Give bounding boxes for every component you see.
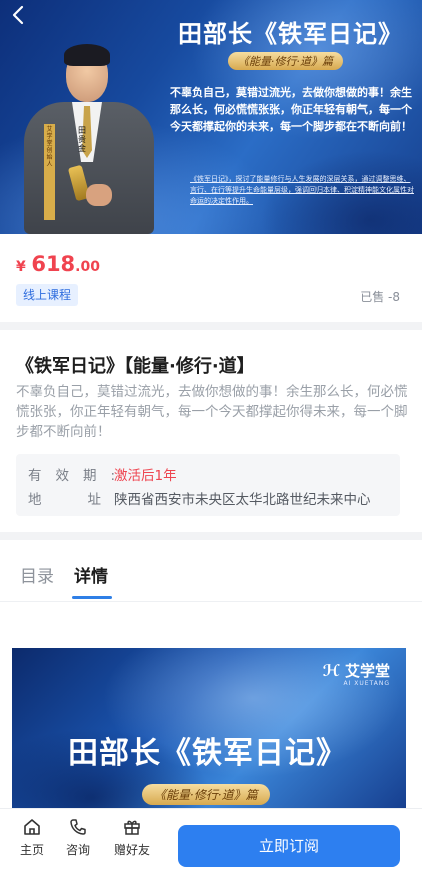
address-row: 地址:陕西省西安市未央区太华北路世纪未来中心: [28, 488, 371, 508]
nav-home[interactable]: 主页: [12, 817, 52, 858]
validity-row: 有效期:激活后1年: [28, 464, 177, 484]
course-meta-box: 有效期:激活后1年 地址:陕西省西安市未央区太华北路世纪未来中心: [16, 454, 400, 516]
validity-label: 有效期:: [28, 468, 130, 484]
speaker-hand: [86, 184, 112, 206]
course-cover-banner: 艾学堂创始人 田贵金 田部长《铁军日记》 《能量·修行·道》篇 不辜负自己，莫错…: [0, 0, 422, 234]
bottom-action-bar: 主页 咨询 赠好友 立即订阅: [0, 808, 422, 872]
address-label: 地址:: [28, 492, 198, 508]
speaker-name: 田贵金: [78, 126, 86, 153]
banner-title: 田部长《铁军日记》: [178, 19, 403, 48]
home-icon: [12, 817, 52, 839]
brand-subtitle: AI XUETANG: [343, 680, 390, 687]
active-tab-indicator: [72, 596, 112, 599]
detail-content: ℋ 艾学堂 AI XUETANG 田部长《铁军日记》 《能量·修行·道》篇: [0, 602, 422, 822]
phone-icon: [58, 817, 98, 839]
content-tabs: 目录 详情: [0, 540, 422, 602]
course-type-badge: 线上课程: [16, 284, 79, 306]
banner-subtitle-pill: 《能量·修行·道》篇: [228, 52, 343, 70]
gift-icon: [106, 817, 158, 839]
detail-banner-title: 田部长《铁军日记》: [68, 736, 347, 771]
speaker-hair: [64, 44, 110, 66]
banner-small-text: 《铁军日记》，探讨了能量修行与人生发展的深层关系，通过调整思维、言行、在行等提升…: [190, 175, 414, 205]
brand-logo-icon: ℋ: [322, 661, 340, 680]
banner-quote: 不辜负自己，莫错过流光，去做你想做的事！余生那么长，何必慌慌张张，你正年轻有朝气…: [170, 86, 412, 133]
subscribe-button[interactable]: 立即订阅: [178, 825, 400, 867]
nav-consult-label: 咨询: [65, 843, 90, 857]
course-info-section: 《铁军日记》【能量·修行·道】 不辜负自己，莫错过流光，去做你想做的事！余生那么…: [0, 330, 422, 532]
price: ¥ 618.00: [16, 252, 100, 276]
back-arrow-icon[interactable]: [8, 4, 30, 26]
address-value: 陕西省西安市未央区太华北路世纪未来中心: [114, 492, 371, 508]
brand-name: 艾学堂: [344, 662, 390, 680]
course-title: 《铁军日记》【能量·修行·道】: [16, 356, 255, 377]
price-section: ¥ 618.00 线上课程 已售 -8: [0, 234, 422, 322]
nav-gift[interactable]: 赠好友: [106, 817, 158, 858]
tab-catalog[interactable]: 目录: [20, 562, 54, 587]
sold-count: 已售 -8: [360, 290, 400, 304]
brand-logo: ℋ 艾学堂 AI XUETANG: [322, 660, 390, 687]
price-currency: ¥: [16, 259, 26, 275]
tab-detail[interactable]: 详情: [74, 562, 108, 587]
nav-home-label: 主页: [19, 843, 44, 857]
speaker-photo: 艾学堂创始人 田贵金: [10, 40, 160, 234]
nav-consult[interactable]: 咨询: [58, 817, 98, 858]
nav-gift-label: 赠好友: [113, 843, 150, 857]
price-decimal: .00: [75, 259, 100, 275]
course-description: 不辜负自己，莫错过流光，去做你想做的事！余生那么长，何必慌慌张张，你正年轻有朝气…: [16, 384, 408, 440]
detail-banner-image: ℋ 艾学堂 AI XUETANG 田部长《铁军日记》 《能量·修行·道》篇: [12, 648, 406, 822]
price-integer: 618: [31, 252, 76, 276]
speaker-badge: 艾学堂创始人: [44, 124, 55, 220]
detail-banner-pill: 《能量·修行·道》篇: [142, 784, 270, 805]
validity-value: 激活后1年: [114, 468, 177, 484]
